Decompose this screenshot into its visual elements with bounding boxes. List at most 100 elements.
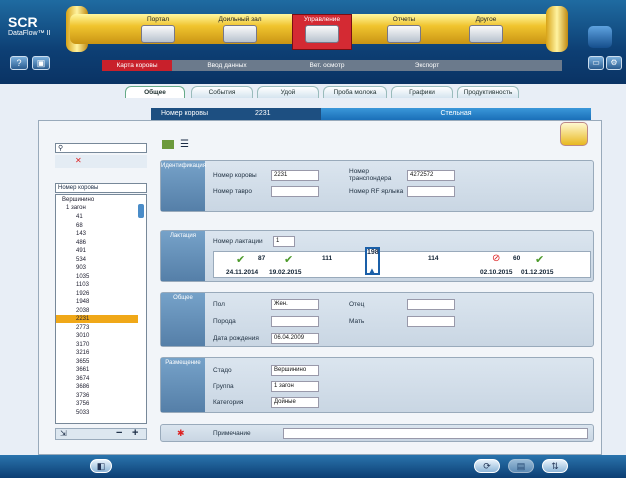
dry-off-icon: ⊘ (492, 253, 501, 264)
sync-button[interactable]: ⇅ (542, 459, 568, 473)
search-input[interactable]: ⚲ (55, 143, 147, 153)
rf-field[interactable] (407, 186, 455, 197)
tab-milk-test[interactable]: Проба молока (323, 86, 387, 98)
list-item[interactable]: 491 (56, 247, 138, 255)
alert-icon[interactable] (560, 122, 588, 146)
list-item[interactable]: 1948 (56, 298, 138, 306)
reports-icon (387, 25, 421, 43)
section-title: Лактация (161, 231, 205, 281)
category-field[interactable]: Дойные (271, 397, 319, 408)
note-field[interactable] (283, 428, 588, 439)
list-item[interactable]: 3655 (56, 358, 138, 366)
app-logo: SCR DataFlow™ II (8, 14, 51, 37)
list-item[interactable]: 3756 (56, 400, 138, 408)
father-field[interactable] (407, 299, 455, 310)
module-reports[interactable]: Отчеты (369, 16, 439, 23)
settings-icon[interactable]: ⚙ (606, 56, 622, 70)
module-portal[interactable]: Портал (123, 16, 193, 23)
list-item[interactable]: 1103 (56, 281, 138, 289)
cow-number-label: Номер коровы (161, 110, 209, 117)
list-item[interactable]: 3170 (56, 341, 138, 349)
tree-group[interactable]: 1 загон (56, 204, 138, 212)
list-item[interactable]: 486 (56, 239, 138, 247)
subnav-data-entry[interactable]: Ввод данных (182, 60, 272, 71)
tab-general[interactable]: Общее (125, 86, 185, 98)
group-field[interactable]: 1 загон (271, 381, 319, 392)
subnav-export[interactable]: Экспорт (382, 60, 472, 71)
expected-calving-icon: ✔ (535, 254, 545, 266)
list-item[interactable]: 41 (56, 213, 138, 221)
list-item[interactable]: 3674 (56, 375, 138, 383)
list-item[interactable]: 3216 (56, 349, 138, 357)
sex-field[interactable]: Жен. (271, 299, 319, 310)
list-item[interactable]: 2773 (56, 324, 138, 332)
module-management[interactable]: Управление (287, 16, 357, 23)
insemination-icon: ✔ (284, 254, 294, 266)
help-button[interactable]: ? (10, 56, 28, 70)
refresh-button[interactable]: ⟳ (474, 459, 500, 473)
door-icon[interactable]: ◧ (90, 459, 112, 473)
minimize-icon[interactable]: ▭ (588, 56, 604, 70)
list-item[interactable]: 903 (56, 264, 138, 272)
lock-icon[interactable] (588, 26, 612, 48)
calving-icon: ✔ (236, 254, 246, 266)
list-item[interactable]: 2231 (56, 315, 138, 324)
dob-label: Дата рождения (213, 335, 259, 342)
filter-select[interactable]: Номер коровы (55, 183, 147, 193)
subnav-vet[interactable]: Вет. осмотр (282, 60, 372, 71)
status-badge: Стельная (321, 108, 591, 120)
mother-label: Мать (349, 318, 365, 325)
filter-icons[interactable]: ✕ (55, 155, 147, 168)
date-dry-off: 02.10.2015 (480, 269, 513, 276)
group-label: Группа (213, 383, 234, 390)
list-item[interactable]: 5033 (56, 409, 138, 417)
category-label: Категория (213, 399, 244, 406)
transponder-field[interactable]: 4272572 (407, 170, 455, 181)
add-button[interactable]: + (132, 427, 138, 439)
list-item[interactable]: 3686 (56, 383, 138, 391)
date-calving: 24.11.2014 (226, 269, 259, 276)
lactation-no-field[interactable]: 1 (273, 236, 295, 247)
other-icon (469, 25, 503, 43)
mother-field[interactable] (407, 316, 455, 327)
tavro-field[interactable] (271, 186, 319, 197)
view-card-icon[interactable] (162, 140, 174, 149)
list-item[interactable]: 3661 (56, 366, 138, 374)
date-expected: 01.12.2015 (521, 269, 554, 276)
back-icon[interactable]: ⇲ (60, 429, 67, 438)
section-title: Идентификация (161, 161, 206, 211)
list-scrollbar[interactable] (138, 204, 144, 218)
cow-list[interactable]: Вершинино 1 загон 41 68 143 486 491 534 903 103… (55, 194, 147, 424)
save-button[interactable]: ▤ (508, 459, 534, 473)
cow-no-field[interactable]: 2231 (271, 170, 319, 181)
remove-button[interactable]: − (116, 427, 122, 439)
days-1: 87 (258, 255, 266, 262)
tab-events[interactable]: События (191, 86, 253, 98)
tab-charts[interactable]: Графики (391, 86, 453, 98)
list-item[interactable]: 68 (56, 222, 138, 230)
section-title: Размещение (161, 358, 205, 412)
module-milking[interactable]: Доильный зал (205, 16, 275, 23)
section-note: ✱ Примечание (160, 424, 594, 442)
herd-field[interactable]: Вершинино (271, 365, 319, 376)
subnav-cow-card[interactable]: Карта коровы (102, 60, 172, 71)
current-marker-icon: ▲ (368, 266, 376, 275)
tab-yield[interactable]: Удой (257, 86, 319, 98)
sub-navigation: Карта коровы Ввод данных Вет. осмотр Экс… (102, 60, 562, 71)
view-list-icon[interactable]: ☰ (180, 139, 189, 150)
module-other[interactable]: Другое (451, 16, 521, 23)
list-item[interactable]: 1035 (56, 273, 138, 281)
list-item[interactable]: 1926 (56, 290, 138, 298)
days-2: 111 (322, 255, 333, 262)
list-item[interactable]: 143 (56, 230, 138, 238)
window-icon[interactable]: ▣ (32, 56, 50, 70)
days-4: 114 (428, 255, 439, 262)
tab-productivity[interactable]: Продуктивность (457, 86, 519, 98)
list-item[interactable]: 3010 (56, 332, 138, 340)
list-item[interactable]: 534 (56, 256, 138, 264)
cow-number: 2231 (255, 110, 271, 117)
dob-field[interactable]: 06.04.2009 (271, 333, 319, 344)
list-item[interactable]: 3736 (56, 392, 138, 400)
list-item[interactable]: 2038 (56, 307, 138, 315)
breed-field[interactable] (271, 316, 319, 327)
